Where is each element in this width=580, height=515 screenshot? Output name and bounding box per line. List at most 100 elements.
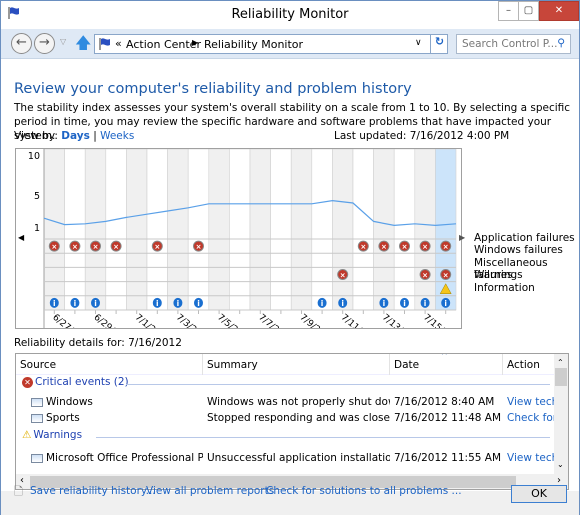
address-bar[interactable]: « Action Center ▶ Reliability Monitor ∨ …	[94, 34, 448, 54]
date-cell: 7/16/2012 11:55 AM	[394, 452, 502, 464]
group-header[interactable]: ✕ Critical events (2)	[22, 376, 129, 392]
info-icon-glyph: i	[424, 299, 427, 308]
day-column[interactable]	[126, 148, 148, 311]
scroll-left-button[interactable]: ◀	[18, 233, 24, 242]
view-all-reports-link[interactable]: View all problem reports	[146, 485, 274, 497]
last-updated: Last updated: 7/16/2012 4:00 PM	[334, 130, 510, 142]
group-label: Critical events (2)	[35, 376, 129, 388]
check-solutions-link[interactable]: Check for solutions to all problems ...	[266, 485, 462, 497]
vertical-scrollbar[interactable]: ⌃ ⌄	[554, 354, 568, 474]
day-column[interactable]	[414, 148, 436, 311]
legend-application-failures: Application failures	[474, 232, 575, 244]
close-button[interactable]: ✕	[539, 1, 579, 21]
info-icon-glyph: i	[94, 299, 97, 308]
day-column[interactable]	[167, 148, 189, 311]
search-input[interactable]: Search Control P... ⚲	[456, 34, 571, 54]
date-cell: 7/16/2012 8:40 AM	[394, 396, 495, 408]
x-tick-label: 7/3/2012	[174, 313, 211, 328]
application-icon	[31, 453, 43, 463]
day-column[interactable]	[146, 148, 168, 311]
back-button[interactable]: ←	[11, 33, 32, 54]
breadcrumb-reliability-monitor[interactable]: Reliability Monitor	[204, 38, 303, 51]
column-source[interactable]: Source	[16, 354, 203, 375]
table-row[interactable]: Microsoft Office Professional Plus ... U…	[16, 452, 554, 468]
day-column[interactable]	[352, 148, 374, 311]
scroll-down-icon[interactable]: ⌄	[557, 460, 564, 469]
navigation-bar: ← → ▽ 🡅 « Action Center ▶ Reliability Mo…	[1, 29, 579, 59]
action-link[interactable]: Check for a	[507, 412, 554, 424]
scroll-right-button[interactable]: ▶	[459, 233, 465, 242]
day-column[interactable]	[270, 148, 292, 311]
breadcrumb-action-center[interactable]: Action Center	[126, 38, 201, 51]
day-column[interactable]	[373, 148, 395, 311]
day-column[interactable]	[311, 148, 333, 311]
reliability-monitor-window: Reliability Monitor – ▢ ✕ ← → ▽ 🡅 « Acti…	[0, 0, 580, 515]
vertical-scroll-thumb[interactable]	[555, 368, 567, 386]
date-cell: 7/16/2012 11:48 AM	[394, 412, 502, 424]
day-column[interactable]	[187, 148, 210, 311]
error-icon-glyph: ×	[422, 272, 428, 280]
forward-button[interactable]: →	[34, 33, 55, 54]
action-link[interactable]: View techn	[507, 396, 554, 408]
day-column[interactable]	[249, 148, 271, 311]
info-icon-glyph: i	[444, 299, 447, 308]
error-icon-glyph: ×	[72, 243, 78, 251]
sort-ascending-icon: ^	[441, 353, 448, 360]
y-tick-label: 5	[34, 191, 40, 202]
search-icon[interactable]: ⚲	[557, 37, 565, 49]
table-row[interactable]: Sports Stopped responding and was closed…	[16, 412, 554, 428]
x-tick-label: 7/1/2012	[133, 313, 170, 328]
day-column[interactable]	[332, 148, 354, 311]
address-dropdown-icon[interactable]: ∨	[415, 38, 422, 48]
group-header[interactable]: ⚠ Warnings	[22, 429, 82, 445]
maximize-button[interactable]: ▢	[518, 1, 539, 21]
minimize-button[interactable]: –	[498, 1, 519, 21]
breadcrumb-separator-icon[interactable]: ▶	[192, 38, 198, 47]
error-icon-glyph: ×	[360, 243, 366, 251]
flag-icon	[99, 38, 110, 50]
recent-pages-dropdown[interactable]: ▽	[60, 37, 66, 46]
day-column[interactable]	[393, 148, 416, 311]
source-cell: Windows	[46, 396, 93, 408]
scroll-up-icon[interactable]: ⌃	[557, 358, 564, 367]
info-icon-glyph: i	[321, 299, 324, 308]
action-link[interactable]: View techn	[507, 452, 554, 464]
stability-chart[interactable]: 1051××××××××××××××iiiiiiiiiiii6/27/20126…	[15, 148, 463, 350]
stability-chart-svg[interactable]: 1051××××××××××××××iiiiiiiiiiii6/27/20126…	[16, 148, 463, 350]
error-icon-glyph: ×	[154, 243, 160, 251]
group-divider	[96, 437, 550, 438]
legend-information: Information	[474, 282, 535, 294]
error-icon-glyph: ×	[196, 243, 202, 251]
day-column[interactable]	[84, 148, 107, 311]
page-title: Review your computer's reliability and p…	[14, 81, 412, 97]
info-icon-glyph: i	[53, 299, 56, 308]
day-column[interactable]	[64, 148, 86, 311]
day-column[interactable]	[229, 148, 251, 311]
error-icon-glyph: ×	[443, 243, 449, 251]
error-icon-glyph: ×	[51, 243, 57, 251]
x-tick-label: 6/27/2012	[50, 313, 92, 328]
view-days-link[interactable]: Days	[61, 130, 90, 142]
group-divider	[126, 384, 550, 385]
info-icon-glyph: i	[383, 299, 386, 308]
error-icon-glyph: ×	[443, 272, 449, 280]
save-history-link[interactable]: Save reliability history...	[30, 485, 156, 497]
title-bar: Reliability Monitor – ▢ ✕	[1, 1, 579, 29]
view-weeks-link[interactable]: Weeks	[100, 130, 134, 142]
day-column[interactable]	[290, 148, 313, 311]
x-tick-label: 7/9/2012	[298, 313, 335, 328]
x-tick-label: 7/7/2012	[256, 313, 293, 328]
info-icon-glyph: i	[341, 299, 344, 308]
refresh-button[interactable]: ↻	[430, 35, 448, 53]
up-arrow-icon[interactable]: 🡅	[75, 32, 91, 59]
ok-button[interactable]: OK	[511, 485, 567, 503]
x-tick-label: 7/15/2012	[421, 313, 461, 328]
summary-cell: Windows was not properly shut down	[207, 396, 390, 408]
window-title: Reliability Monitor	[231, 7, 349, 22]
day-column[interactable]	[208, 148, 230, 311]
column-summary[interactable]: Summary	[203, 354, 390, 375]
table-row[interactable]: Windows Windows was not properly shut do…	[16, 396, 554, 412]
view-by: View by: Days | Weeks	[14, 130, 134, 142]
day-column[interactable]	[105, 148, 127, 311]
day-column[interactable]	[43, 148, 65, 311]
